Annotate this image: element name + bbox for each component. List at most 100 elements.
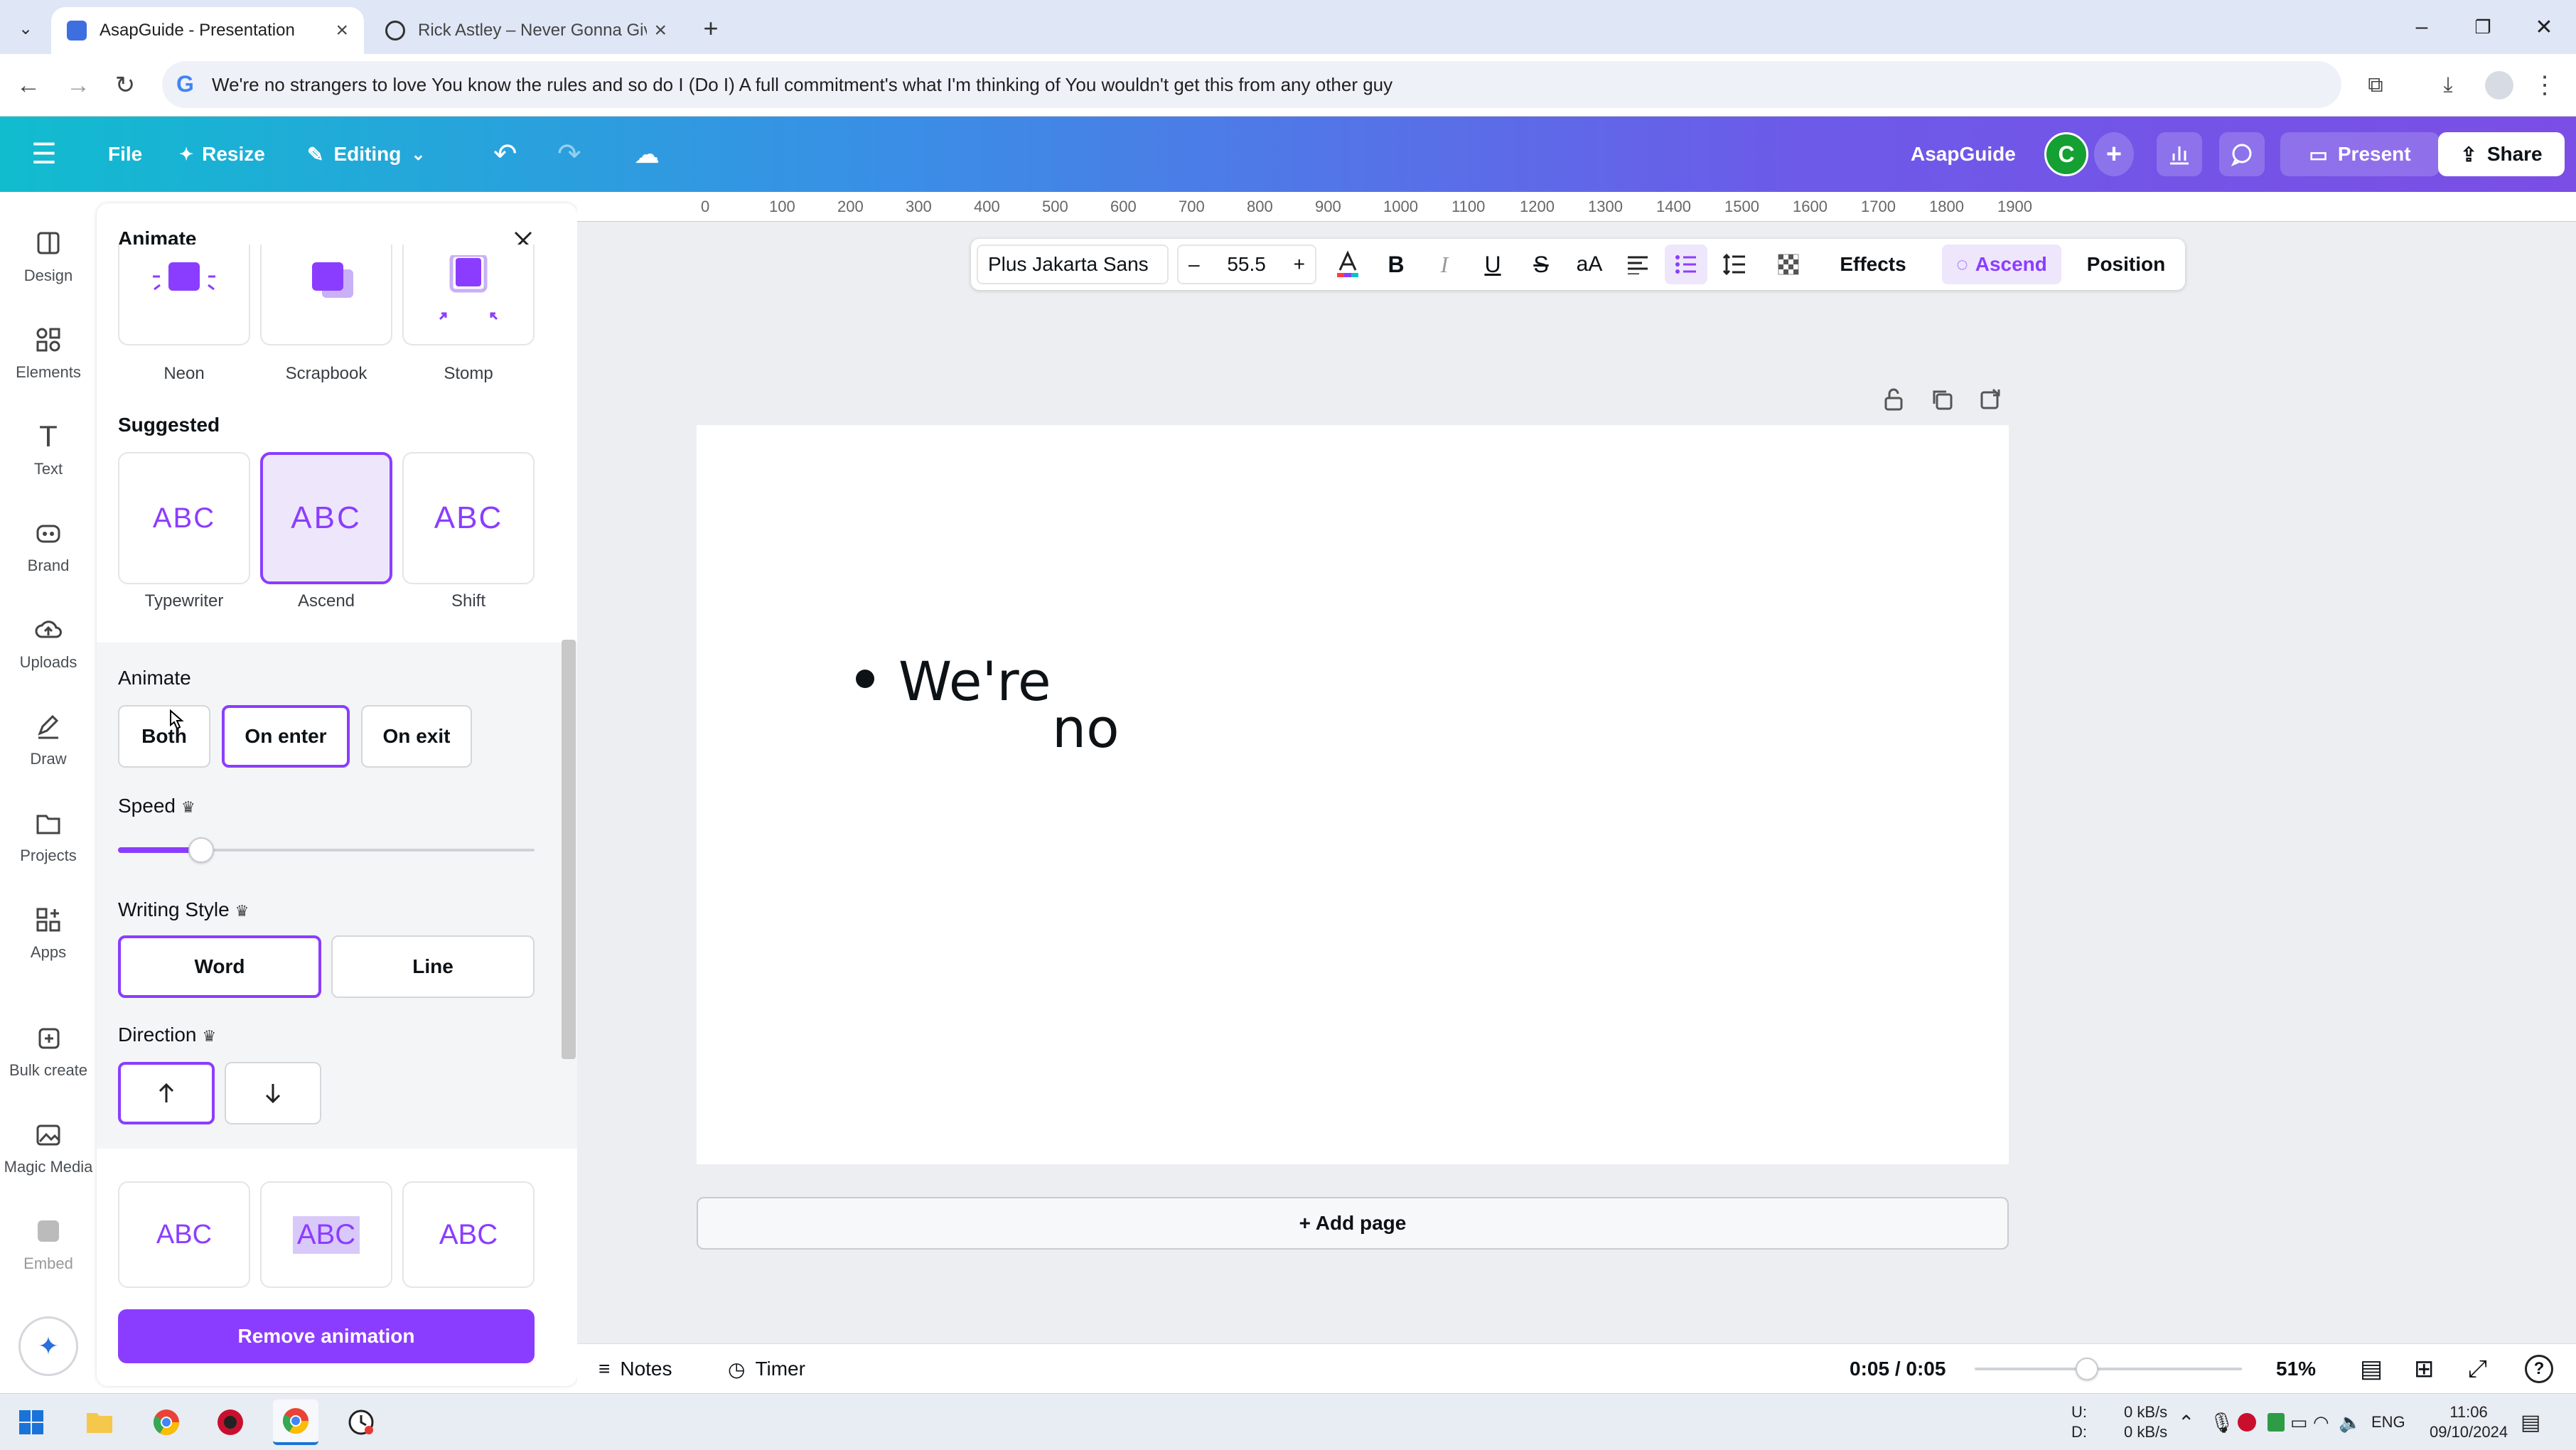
duplicate-page-icon[interactable] bbox=[1926, 384, 1958, 415]
volume-icon[interactable]: 🔈 bbox=[2339, 1394, 2361, 1450]
avatar[interactable]: C bbox=[2044, 132, 2088, 176]
address-bar[interactable]: G We're no strangers to love You know th… bbox=[162, 61, 2341, 108]
chrome-icon[interactable] bbox=[144, 1400, 189, 1445]
tray-chevron-icon[interactable]: ⌃ bbox=[2178, 1394, 2194, 1450]
tab-asapguide[interactable]: AsapGuide - Presentation × bbox=[51, 7, 364, 54]
rail-item-draw[interactable]: Draw bbox=[0, 697, 97, 782]
position-button[interactable]: Position bbox=[2080, 239, 2172, 290]
zoom-level[interactable]: 51% bbox=[2276, 1344, 2316, 1394]
animate-both-button[interactable]: Both bbox=[118, 705, 210, 768]
add-page-icon[interactable] bbox=[1975, 384, 2006, 415]
text-color-icon[interactable] bbox=[1326, 239, 1369, 290]
direction-up-button[interactable] bbox=[118, 1062, 215, 1124]
share-button[interactable]: ⇪ Share bbox=[2438, 132, 2565, 176]
close-tab-icon[interactable]: × bbox=[654, 18, 667, 43]
restore-icon[interactable]: ❐ bbox=[2452, 0, 2513, 54]
present-button[interactable]: ▭ Present bbox=[2280, 132, 2440, 176]
line-spacing-icon[interactable] bbox=[1713, 239, 1756, 290]
add-page-button[interactable]: + Add page bbox=[697, 1197, 2009, 1250]
magic-assistant-button[interactable]: ✦ bbox=[18, 1316, 78, 1376]
comments-icon[interactable] bbox=[2219, 132, 2265, 176]
slider-handle[interactable] bbox=[188, 837, 215, 863]
tab-rick-astley[interactable]: Rick Astley – Never Gonna Give × bbox=[370, 7, 682, 54]
rail-item-embed[interactable]: Embed bbox=[0, 1201, 97, 1287]
rail-item-uploads[interactable]: Uploads bbox=[0, 600, 97, 685]
letter-case-icon[interactable]: aA bbox=[1568, 239, 1611, 290]
animation-button[interactable]: ◌ Ascend bbox=[1942, 245, 2061, 284]
rail-item-text[interactable]: T Text bbox=[0, 407, 97, 492]
add-people-button[interactable]: + bbox=[2094, 132, 2134, 176]
fullscreen-icon[interactable]: ⤢ bbox=[2468, 1344, 2487, 1394]
minimize-icon[interactable]: – bbox=[2391, 0, 2452, 54]
font-size-value[interactable]: 55.5 bbox=[1227, 253, 1266, 276]
panel-scrollbar[interactable] bbox=[562, 640, 576, 1059]
wifi-icon[interactable]: ◠ bbox=[2313, 1394, 2329, 1450]
animate-on-enter-button[interactable]: On enter bbox=[222, 705, 350, 768]
text-box[interactable]: We're no bbox=[856, 650, 1140, 749]
rail-item-elements[interactable]: Elements bbox=[0, 310, 97, 395]
analytics-icon[interactable] bbox=[2157, 132, 2202, 176]
forward-icon[interactable]: → bbox=[61, 68, 95, 102]
underline-icon[interactable]: U bbox=[1471, 239, 1514, 290]
rail-item-magic-media[interactable]: Magic Media bbox=[0, 1105, 97, 1190]
editing-mode-button[interactable]: ✎ Editing ⌄ bbox=[307, 117, 425, 192]
file-menu[interactable]: File bbox=[108, 117, 142, 192]
rail-item-apps[interactable]: Apps bbox=[0, 890, 97, 975]
timer-button[interactable]: ◷ Timer bbox=[728, 1344, 805, 1394]
extensions-icon[interactable]: ⧉ bbox=[2358, 68, 2393, 102]
effect-typewriter[interactable]: ABC bbox=[118, 452, 250, 584]
effect-stomp[interactable] bbox=[402, 245, 535, 345]
resize-button[interactable]: ✦ Resize bbox=[179, 117, 265, 192]
slider-handle[interactable] bbox=[2075, 1358, 2098, 1380]
download-icon[interactable]: ⤓ bbox=[2431, 68, 2465, 102]
windows-start-icon[interactable] bbox=[9, 1400, 54, 1445]
direction-down-button[interactable] bbox=[225, 1062, 321, 1124]
bullet-list-icon[interactable] bbox=[1665, 245, 1707, 284]
rail-item-design[interactable]: Design bbox=[0, 213, 97, 299]
zoom-slider[interactable] bbox=[1975, 1355, 2242, 1383]
tab-search-icon[interactable]: ⌄ bbox=[10, 13, 41, 44]
project-name[interactable]: AsapGuide bbox=[1911, 117, 2016, 192]
italic-icon[interactable]: I bbox=[1423, 239, 1466, 290]
profile-avatar[interactable] bbox=[2485, 71, 2513, 100]
effect-preview[interactable]: ABC bbox=[260, 1181, 392, 1288]
display-icon[interactable]: ▭ bbox=[2290, 1394, 2308, 1450]
recorder-icon[interactable] bbox=[208, 1400, 253, 1445]
align-left-icon[interactable] bbox=[1616, 239, 1659, 290]
transparency-icon[interactable] bbox=[1767, 239, 1810, 290]
strikethrough-icon[interactable]: S bbox=[1520, 239, 1562, 290]
writing-word-button[interactable]: Word bbox=[118, 935, 321, 998]
grid-view-icon[interactable]: ⊞ bbox=[2414, 1344, 2435, 1394]
effect-shift[interactable]: ABC bbox=[402, 452, 535, 584]
clock[interactable]: 11:06 09/10/2024 bbox=[2430, 1394, 2508, 1450]
microphone-icon[interactable]: 🎙 bbox=[2209, 1394, 2235, 1450]
tray-shield-icon[interactable] bbox=[2268, 1394, 2285, 1450]
effect-ascend[interactable]: ABC bbox=[260, 452, 392, 584]
back-icon[interactable]: ← bbox=[11, 68, 45, 102]
slide-page[interactable]: We're no bbox=[697, 425, 2009, 1164]
notifications-icon[interactable]: ▤ bbox=[2521, 1394, 2540, 1450]
rail-item-projects[interactable]: Projects bbox=[0, 793, 97, 879]
notes-button[interactable]: ≡ Notes bbox=[599, 1344, 672, 1394]
effect-scrapbook[interactable] bbox=[260, 245, 392, 345]
effect-preview[interactable]: ABC bbox=[118, 1181, 250, 1288]
speed-slider[interactable] bbox=[118, 836, 535, 864]
main-menu-icon[interactable]: ☰ bbox=[31, 117, 57, 192]
chrome-active-icon[interactable] bbox=[273, 1400, 318, 1445]
rail-item-brand[interactable]: Brand bbox=[0, 503, 97, 589]
tray-app-icon[interactable] bbox=[2238, 1394, 2256, 1450]
animate-on-exit-button[interactable]: On exit bbox=[361, 705, 472, 768]
pages-view-icon[interactable]: ▤ bbox=[2360, 1344, 2383, 1394]
increase-size-button[interactable]: + bbox=[1294, 253, 1305, 276]
effects-button[interactable]: Effects bbox=[1827, 239, 1919, 290]
effect-neon[interactable] bbox=[118, 245, 250, 345]
decrease-size-button[interactable]: – bbox=[1188, 253, 1200, 276]
help-icon[interactable]: ? bbox=[2525, 1344, 2553, 1394]
browser-menu-icon[interactable]: ⋮ bbox=[2528, 68, 2562, 102]
rail-item-bulk-create[interactable]: Bulk create bbox=[0, 1008, 97, 1093]
bold-icon[interactable]: B bbox=[1375, 239, 1417, 290]
cloud-saved-icon[interactable]: ☁ bbox=[634, 117, 660, 192]
clock-app-icon[interactable] bbox=[338, 1400, 384, 1445]
undo-icon[interactable]: ↶ bbox=[493, 117, 517, 192]
close-tab-icon[interactable]: × bbox=[336, 18, 348, 43]
